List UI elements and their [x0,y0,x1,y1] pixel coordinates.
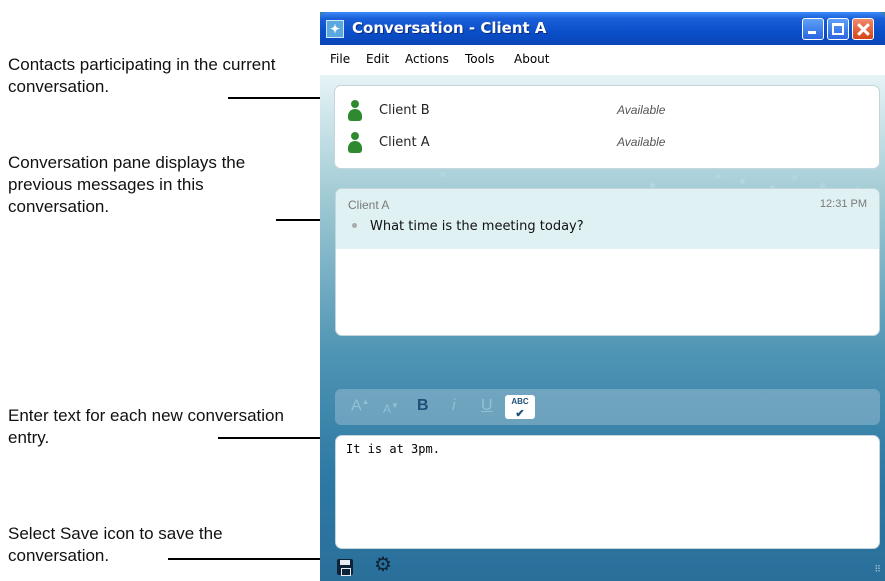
person-icon [347,100,363,122]
message-time: 12:31 PM [819,198,867,210]
annotation-contacts: Contacts participating in the current co… [8,55,276,96]
menu-actions[interactable]: Actions [405,52,449,66]
menu-about[interactable]: About [514,52,549,66]
shrink-font-button[interactable]: A▼ [383,401,399,416]
contact-row[interactable]: Client B Available [335,96,881,128]
decor-dot [792,175,797,180]
decor-dot [716,174,721,179]
menu-edit[interactable]: Edit [366,52,389,66]
app-icon: ✦ [326,20,344,38]
menu-bar: File Edit Actions Tools About [320,45,885,75]
annotation-arrow-input [218,432,332,444]
italic-button[interactable]: i [452,397,456,415]
conversation-window: ✦ Conversation - Client A File Edit Acti… [320,12,885,581]
decor-dot [440,172,445,177]
format-toolbar: A▲ A▼ B i U ABC ✔ [335,389,880,425]
message-input-text: It is at 3pm. [346,442,440,456]
resize-grip-icon[interactable]: ⠿ [874,564,881,575]
message-bullet [352,223,357,228]
annotation-enter-text: Enter text for each new conversation ent… [8,406,284,447]
contacts-list: Client B Available Client A Available [334,85,880,169]
menu-file[interactable]: File [330,52,350,66]
message-entry: Client A 12:31 PM What time is the meeti… [336,189,879,249]
contact-name: Client B [379,103,430,118]
annotation-arrow-save [168,553,334,565]
message-input[interactable]: It is at 3pm. [335,435,880,549]
decor-dot [740,179,745,184]
content-area: Client B Available Client A Available Cl… [320,75,885,581]
conversation-pane[interactable]: Client A 12:31 PM What time is the meeti… [335,188,880,336]
message-sender: Client A [348,198,390,212]
contact-status: Available [617,103,666,117]
minimize-button[interactable] [802,18,824,40]
menu-tools[interactable]: Tools [465,52,495,66]
bold-button[interactable]: B [417,397,429,415]
annotation-conversation-pane: Conversation pane displays the previous … [8,153,246,216]
maximize-button[interactable] [827,18,849,40]
underline-button[interactable]: U [481,397,493,415]
annotation-save-icon: Select Save icon to save the conversatio… [8,524,223,565]
contact-name: Client A [379,135,430,150]
contact-row[interactable]: Client A Available [335,128,881,160]
message-text: What time is the meeting today? [370,219,584,234]
title-bar[interactable]: ✦ Conversation - Client A [320,12,885,45]
person-icon [347,132,363,154]
save-icon[interactable] [337,559,353,576]
grow-font-button[interactable]: A▲ [351,397,370,415]
window-title: Conversation - Client A [352,19,547,37]
annotation-arrow-contacts [228,92,336,104]
contact-status: Available [617,135,666,149]
gear-icon[interactable]: ⚙ [374,555,392,575]
spellcheck-button[interactable]: ABC ✔ [505,395,535,420]
close-button[interactable] [852,18,874,40]
